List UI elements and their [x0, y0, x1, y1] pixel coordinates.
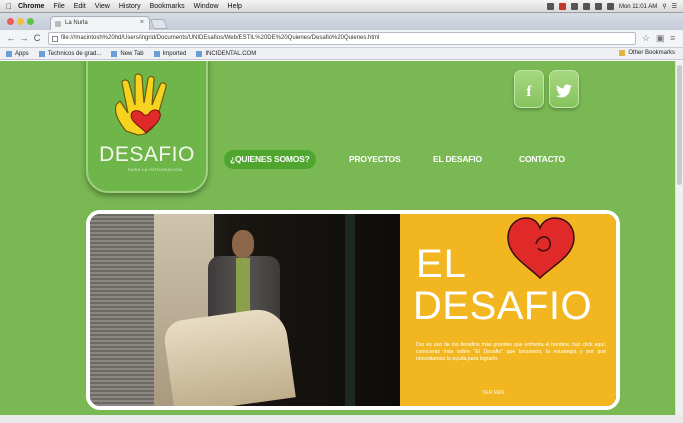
scrollbar-thumb[interactable] — [677, 65, 682, 185]
new-tab-button[interactable] — [150, 19, 168, 29]
bookmark-tecnicos[interactable]: Technicos de grad... — [38, 50, 101, 57]
bookmarks-bar: Apps Technicos de grad... New Tab Import… — [0, 48, 683, 60]
web-page: DESAFIO PARA LA INTEGRACION f ¿QUIENES S… — [0, 61, 683, 415]
zoom-window-button[interactable] — [27, 18, 34, 25]
logo-subtitle: PARA LA INTEGRACION — [128, 167, 183, 172]
hand-heart-icon — [114, 73, 167, 136]
other-bookmarks[interactable]: Other Bookmarks — [619, 50, 675, 56]
extension-icon[interactable]: ▣ — [656, 33, 665, 44]
bookmark-icon — [38, 50, 45, 57]
address-bar[interactable]: file:///macintosh%20hd/Users/ingrid/Docu… — [48, 32, 636, 45]
minimize-window-button[interactable] — [17, 18, 24, 25]
folder-icon — [153, 50, 160, 57]
hero-panel: EL DESAFIO Dar es uno de los desafios má… — [400, 214, 616, 406]
star-icon[interactable]: ☆ — [642, 33, 650, 44]
menu-view[interactable]: View — [95, 3, 110, 10]
photo-person-head — [232, 230, 254, 258]
battery-icon[interactable] — [606, 3, 614, 10]
facebook-icon: f — [526, 84, 532, 100]
page-icon — [52, 36, 58, 42]
nav-contacto[interactable]: CONTACTO — [519, 150, 565, 169]
search-icon[interactable]: ⚲ — [662, 3, 666, 10]
bookmark-icon — [111, 50, 118, 57]
menu-file[interactable]: File — [53, 3, 64, 10]
hero-headline-el: EL — [416, 242, 467, 286]
photo-door — [345, 214, 355, 406]
menu-icon[interactable]: ≡ — [670, 33, 675, 43]
page-favicon-icon — [55, 21, 61, 27]
tab-strip: La Nurla × — [0, 13, 683, 30]
bottom-strip — [0, 415, 683, 423]
dropbox-icon[interactable] — [546, 3, 554, 10]
menu-app[interactable]: Chrome — [18, 3, 44, 10]
bookmark-apps[interactable]: Apps — [6, 50, 29, 57]
forward-button[interactable]: → — [19, 33, 29, 43]
logo-title: DESAFIO — [99, 143, 195, 166]
volume-icon[interactable] — [594, 3, 602, 10]
bookmark-incidental[interactable]: INCIDENTAL.COM — [196, 50, 256, 57]
nav-el-desafio[interactable]: EL DESAFIO — [433, 150, 482, 169]
tab-close-icon[interactable]: × — [140, 19, 144, 26]
tab-title: La Nurla — [65, 20, 88, 26]
menu-bookmarks[interactable]: Bookmarks — [150, 3, 185, 10]
hero-slider[interactable]: EL DESAFIO Dar es uno de los desafios má… — [86, 210, 620, 410]
menu-help[interactable]: Help — [228, 3, 242, 10]
list-icon[interactable]: ☰ — [672, 3, 677, 10]
ver-mas-button[interactable]: VER MÁS — [482, 390, 505, 396]
twitter-icon — [556, 84, 572, 98]
bluetooth-icon[interactable] — [570, 3, 578, 10]
apps-icon — [6, 50, 12, 57]
browser-tab[interactable]: La Nurla × — [50, 16, 150, 30]
window-controls — [7, 18, 34, 25]
wifi-icon[interactable] — [582, 3, 590, 10]
photo-bag — [162, 305, 296, 406]
site-logo[interactable]: DESAFIO PARA LA INTEGRACION — [86, 61, 208, 193]
close-window-button[interactable] — [7, 18, 14, 25]
record-icon[interactable] — [558, 3, 566, 10]
url-text: file:///macintosh%20hd/Users/ingrid/Docu… — [61, 35, 380, 41]
twitter-button[interactable] — [549, 70, 579, 108]
page-scrollbar[interactable] — [675, 61, 683, 415]
hero-photo — [90, 214, 400, 406]
heart-icon — [507, 217, 575, 280]
bookmark-new-tab[interactable]: New Tab — [111, 50, 144, 57]
status-area: Mon 11:01 AM ⚲ ☰ — [546, 0, 677, 13]
menu-edit[interactable]: Edit — [74, 3, 86, 10]
browser-toolbar: ← → C file:///macintosh%20hd/Users/ingri… — [0, 30, 683, 48]
system-menubar:  Chrome File Edit View History Bookmark… — [0, 0, 683, 13]
bookmark-imported[interactable]: Imported — [153, 50, 186, 57]
hero-headline-desafio: DESAFIO — [413, 284, 593, 328]
hero-description: Dar es uno de los desafios más grandes q… — [416, 342, 606, 363]
folder-icon — [619, 50, 626, 56]
back-button[interactable]: ← — [6, 33, 16, 43]
photo-shutter — [90, 214, 154, 406]
nav-quienes-somos[interactable]: ¿QUIENES SOMOS? — [224, 150, 316, 169]
nav-proyectos[interactable]: PROYECTOS — [349, 150, 401, 169]
facebook-button[interactable]: f — [514, 70, 544, 108]
menu-window[interactable]: Window — [194, 3, 219, 10]
menubar-clock[interactable]: Mon 11:01 AM — [619, 4, 657, 10]
apple-icon[interactable]:  — [6, 2, 12, 11]
reload-button[interactable]: C — [32, 33, 42, 43]
bookmark-icon — [196, 50, 203, 57]
menu-history[interactable]: History — [119, 3, 141, 10]
